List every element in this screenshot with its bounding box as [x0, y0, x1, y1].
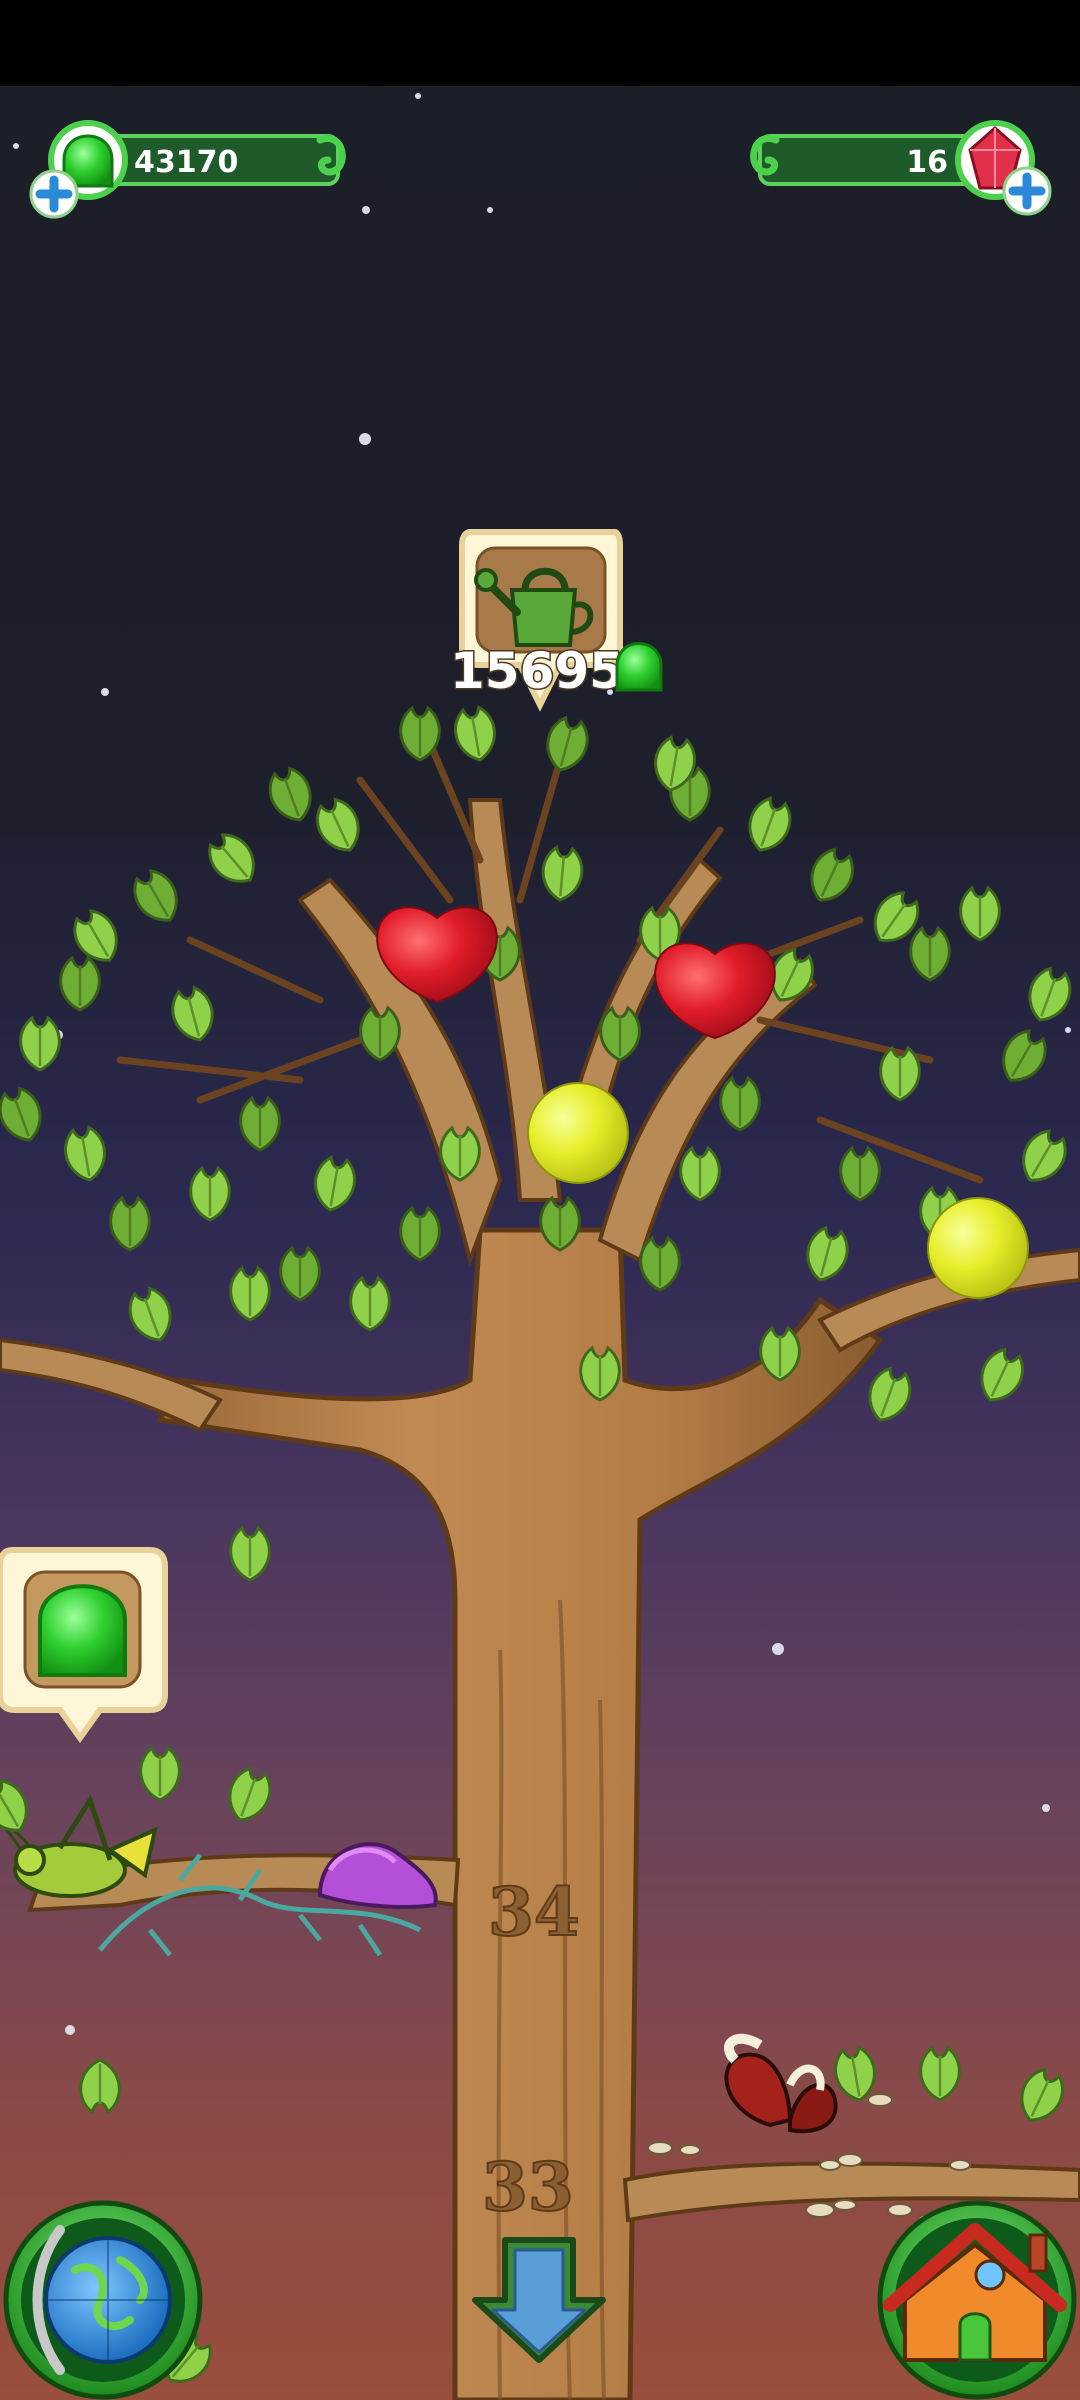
fruit-lemon-1[interactable]: [527, 1082, 629, 1184]
jelly-count: 43170: [134, 145, 238, 180]
jelly-icon: [38, 1584, 127, 1677]
gem-count: 16: [906, 145, 948, 180]
status-bar: [0, 0, 1080, 86]
cost-jelly-icon: [615, 642, 663, 692]
upgrade-cost: 15695: [450, 642, 624, 700]
branch-number-33: 33: [482, 2148, 574, 2226]
jelly-collect-button[interactable]: [0, 1547, 168, 1744]
home-button[interactable]: [877, 2200, 1077, 2400]
fruit-lemon-2[interactable]: [927, 1197, 1029, 1299]
add-gem-button[interactable]: [1002, 166, 1052, 216]
branch-number-34: 34: [488, 1873, 580, 1951]
world-map-button[interactable]: [3, 2200, 203, 2400]
add-jelly-button[interactable]: [29, 169, 79, 219]
gem-counter-bar: [758, 134, 986, 186]
